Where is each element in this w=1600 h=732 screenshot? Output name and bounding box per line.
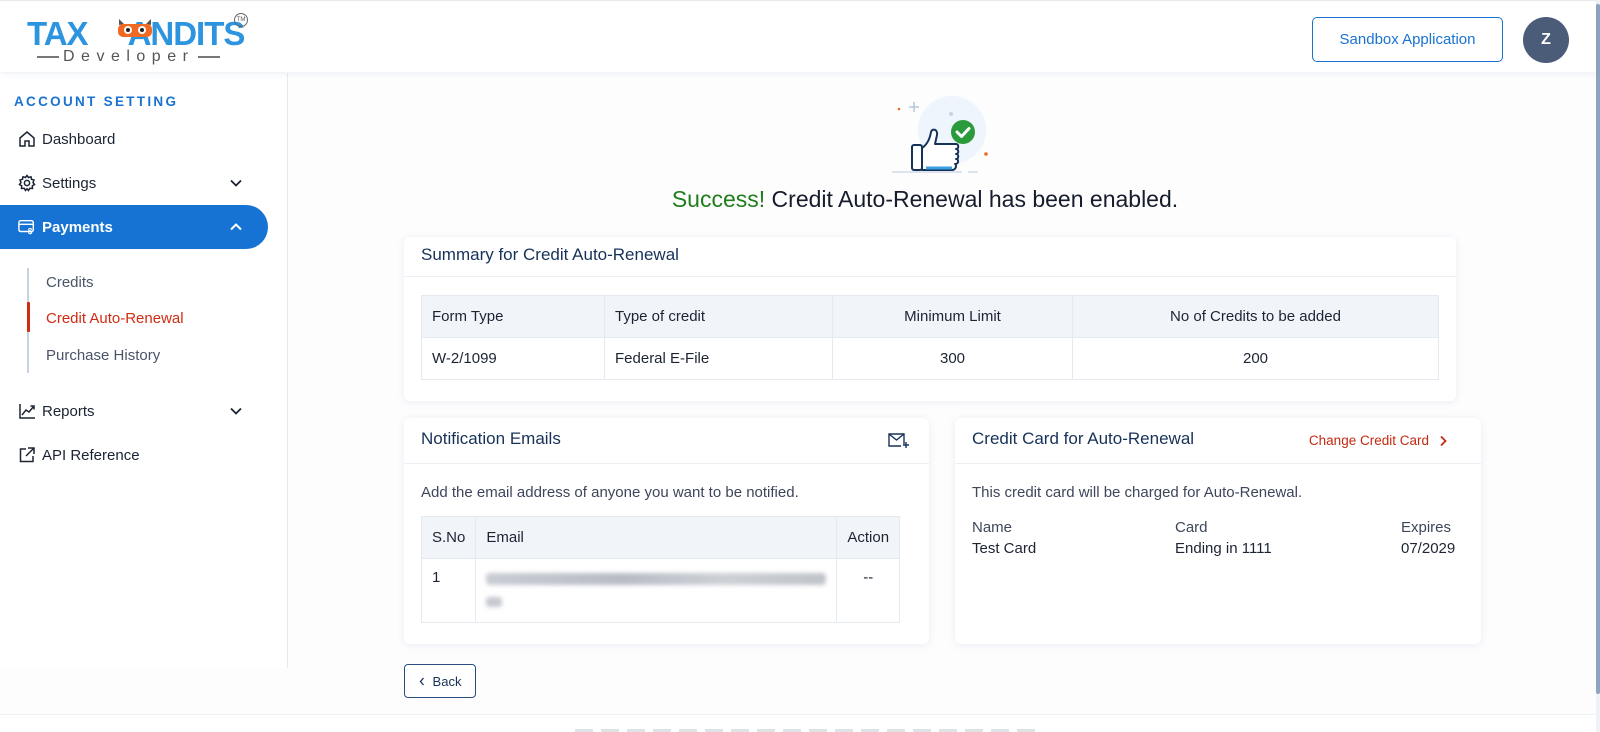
email-table: S.No Email Action 1 -- xyxy=(420,516,901,623)
summary-table: Form Type Type of credit Minimum Limit N… xyxy=(421,295,1439,380)
logo-subtitle: Developer xyxy=(33,48,224,66)
gear-icon xyxy=(18,174,36,192)
change-credit-card-link[interactable]: Change Credit Card xyxy=(1309,433,1447,448)
column-header: Minimum Limit xyxy=(832,295,1073,338)
column-header: Action xyxy=(836,516,901,559)
email-cell-redacted xyxy=(475,558,838,623)
blurred-email xyxy=(486,597,503,607)
owl-mascot-icon xyxy=(118,19,152,37)
minimum-limit-cell: 300 xyxy=(832,337,1073,380)
chevron-down-icon xyxy=(230,179,242,187)
sidebar-item-api-reference[interactable]: API Reference xyxy=(0,435,268,475)
sidebar-item-label: Payments xyxy=(42,218,113,236)
table-header-row: S.No Email Action xyxy=(420,516,901,559)
success-message: Success! Credit Auto-Renewal has been en… xyxy=(395,186,1455,213)
chevron-down-icon xyxy=(230,407,242,415)
card-expiry-field: Expires 07/2029 xyxy=(1401,519,1455,557)
sidebar-item-label: Settings xyxy=(42,174,97,192)
top-header: TAX ANDITS TM Developer Sandbox Applicati… xyxy=(0,0,1596,72)
credit-card-title: Credit Card for Auto-Renewal xyxy=(972,429,1195,448)
column-header: Email xyxy=(475,516,838,559)
payment-card-icon: $ xyxy=(18,218,36,236)
submenu-item-credits[interactable]: Credits xyxy=(46,274,94,291)
notification-emails-header: Notification Emails xyxy=(404,418,929,464)
serial-number-cell: 1 xyxy=(420,558,477,623)
chevron-up-icon xyxy=(230,223,242,231)
taxbandits-developer-logo[interactable]: TAX ANDITS TM Developer xyxy=(27,13,252,69)
summary-card: Summary for Credit Auto-Renewal Form Typ… xyxy=(404,237,1456,401)
add-email-icon[interactable] xyxy=(888,432,910,450)
notification-description: Add the email address of anyone you want… xyxy=(421,484,799,501)
table-row: 1 -- xyxy=(420,558,901,623)
payments-submenu: Credits Credit Auto-Renewal Purchase His… xyxy=(27,268,267,373)
column-header: Type of credit xyxy=(604,295,833,338)
change-credit-card-label: Change Credit Card xyxy=(1308,433,1429,448)
table-header-row: Form Type Type of credit Minimum Limit N… xyxy=(421,295,1439,338)
scrollbar-thumb[interactable] xyxy=(1596,4,1600,694)
sidebar-item-dashboard[interactable]: Dashboard xyxy=(0,119,268,159)
card-number-value: Ending in 1111 xyxy=(1175,540,1272,557)
active-submenu-marker xyxy=(27,302,30,332)
notification-emails-title: Notification Emails xyxy=(421,429,561,448)
page-footer xyxy=(0,714,1596,732)
column-header: Form Type xyxy=(421,295,605,338)
svg-text:$: $ xyxy=(28,227,33,236)
card-name-field: Name Test Card xyxy=(972,519,1036,557)
card-number-label: Card xyxy=(1175,519,1208,536)
sidebar-section-title: ACCOUNT SETTING xyxy=(14,94,179,109)
chevron-left-icon xyxy=(419,677,424,685)
back-button[interactable]: Back xyxy=(404,664,476,698)
home-icon xyxy=(18,130,36,148)
submenu-item-purchase-history[interactable]: Purchase History xyxy=(46,347,160,364)
sidebar: ACCOUNT SETTING Dashboard Settings $ Pay… xyxy=(0,73,288,668)
sidebar-item-label: API Reference xyxy=(42,446,140,464)
credit-type-cell: Federal E-File xyxy=(604,337,833,380)
card-name-label: Name xyxy=(972,519,1013,536)
sidebar-item-payments[interactable]: $ Payments xyxy=(0,205,268,249)
credits-to-add-cell: 200 xyxy=(1072,337,1439,380)
trademark-badge: TM xyxy=(234,13,248,27)
table-row: W-2/1099 Federal E-File 300 200 xyxy=(421,337,1439,380)
sidebar-item-label: Reports xyxy=(42,402,95,420)
column-header: No of Credits to be added xyxy=(1072,295,1439,338)
summary-title: Summary for Credit Auto-Renewal xyxy=(404,237,1456,277)
notification-emails-card: Notification Emails Add the email addres… xyxy=(404,418,929,644)
thumbs-up-success-illustration xyxy=(892,96,988,173)
back-label: Back xyxy=(432,673,462,689)
column-header: S.No xyxy=(420,516,477,559)
success-text: Credit Auto-Renewal has been enabled. xyxy=(771,186,1179,212)
chart-line-icon xyxy=(18,402,36,420)
chevron-right-icon xyxy=(1440,435,1447,446)
sandbox-application-button[interactable]: Sandbox Application xyxy=(1312,17,1503,62)
user-avatar[interactable]: Z xyxy=(1523,17,1569,63)
sidebar-item-settings[interactable]: Settings xyxy=(0,163,268,203)
credit-card-description: This credit card will be charged for Aut… xyxy=(972,484,1303,501)
card-name-value: Test Card xyxy=(972,540,1037,557)
blurred-email xyxy=(486,573,827,585)
card-number-field: Card Ending in 1111 xyxy=(1175,519,1272,557)
credit-card-card: Credit Card for Auto-Renewal Change Cred… xyxy=(955,418,1481,644)
success-prefix: Success! xyxy=(671,186,766,212)
action-cell: -- xyxy=(836,558,901,623)
external-link-icon xyxy=(18,446,36,464)
card-expiry-label: Expires xyxy=(1401,519,1452,536)
credit-card-header: Credit Card for Auto-Renewal Change Cred… xyxy=(955,418,1481,464)
sidebar-item-label: Dashboard xyxy=(42,130,116,148)
sidebar-item-reports[interactable]: Reports xyxy=(0,391,268,431)
form-type-cell: W-2/1099 xyxy=(421,337,605,380)
submenu-item-credit-auto-renewal[interactable]: Credit Auto-Renewal xyxy=(46,310,184,327)
card-expiry-value: 07/2029 xyxy=(1401,540,1456,557)
